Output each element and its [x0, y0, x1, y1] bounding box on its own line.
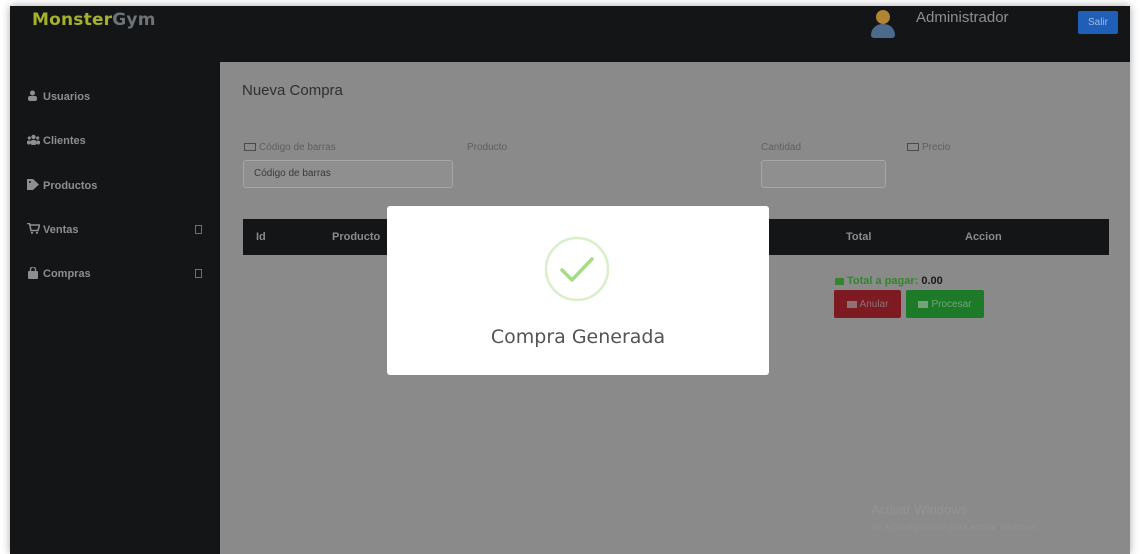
product-label: Producto — [467, 142, 508, 153]
submenu-indicator-icon[interactable] — [195, 269, 202, 278]
sidebar-item-label: Usuarios — [43, 91, 91, 103]
page-title: Nueva Compra — [242, 82, 343, 99]
price-label-text: Precio — [922, 142, 951, 153]
activation-watermark-subtitle: Ve a Configuración para activar Windows. — [871, 522, 1039, 532]
sidebar-item-label: Clientes — [43, 135, 86, 147]
tag-icon — [27, 179, 41, 193]
logout-button[interactable]: Salir — [1078, 11, 1118, 34]
sidebar-item-label: Ventas — [43, 224, 79, 236]
user-icon — [27, 90, 41, 104]
anular-button[interactable]: Anular — [834, 290, 901, 318]
price-label: Precio — [907, 142, 950, 153]
sidebar-item-label: Productos — [43, 180, 98, 192]
total-label: Total a pagar: — [847, 275, 919, 287]
success-check-icon — [544, 236, 610, 302]
barcode-input[interactable]: Código de barras — [243, 160, 453, 188]
sidebar: Usuarios Clientes Productos Ventas Compr… — [10, 62, 220, 554]
column-header-producto: Producto — [332, 231, 381, 243]
money-icon — [907, 143, 919, 152]
quantity-label: Cantidad — [761, 142, 802, 153]
cart-icon — [27, 222, 41, 237]
brand-logo[interactable]: MonsterGym — [32, 10, 156, 30]
submenu-indicator-icon[interactable] — [195, 225, 202, 234]
column-header-total: Total — [846, 231, 872, 243]
sidebar-item-clientes[interactable]: Clientes — [27, 131, 207, 151]
brand-text-part2: Gym — [112, 10, 156, 30]
anular-button-label: Anular — [859, 298, 889, 310]
money-icon — [835, 277, 844, 285]
column-header-id: Id — [256, 231, 266, 243]
sidebar-item-compras[interactable]: Compras — [27, 264, 207, 284]
sidebar-item-ventas[interactable]: Ventas — [27, 220, 207, 240]
activation-watermark: Activar Windows — [871, 502, 968, 517]
barcode-label-text: Código de barras — [259, 142, 336, 153]
total-value: 0.00 — [921, 275, 943, 287]
barcode-icon — [244, 143, 256, 152]
column-header-accion: Accion — [965, 231, 1002, 243]
sidebar-item-productos[interactable]: Productos — [27, 176, 207, 196]
bag-icon — [27, 265, 41, 282]
users-icon — [27, 134, 41, 148]
money-icon — [918, 300, 929, 308]
dialog-title: Compra Generada — [490, 326, 666, 348]
money-icon — [846, 300, 857, 308]
user-name[interactable]: Administrador — [916, 9, 1009, 26]
user-avatar-icon[interactable] — [870, 10, 896, 38]
total-to-pay: Total a pagar: 0.00 — [835, 275, 943, 287]
sidebar-item-usuarios[interactable]: Usuarios — [27, 87, 207, 107]
procesar-button-label: Procesar — [931, 298, 972, 310]
sidebar-item-label: Compras — [43, 268, 91, 280]
quantity-input[interactable] — [761, 160, 886, 188]
procesar-button[interactable]: Procesar — [906, 290, 984, 318]
top-navbar: MonsterGym Administrador Salir — [10, 6, 1130, 62]
brand-text-part1: Monster — [32, 10, 113, 30]
barcode-label: Código de barras — [244, 142, 336, 153]
success-dialog: Compra Generada — [387, 206, 769, 375]
